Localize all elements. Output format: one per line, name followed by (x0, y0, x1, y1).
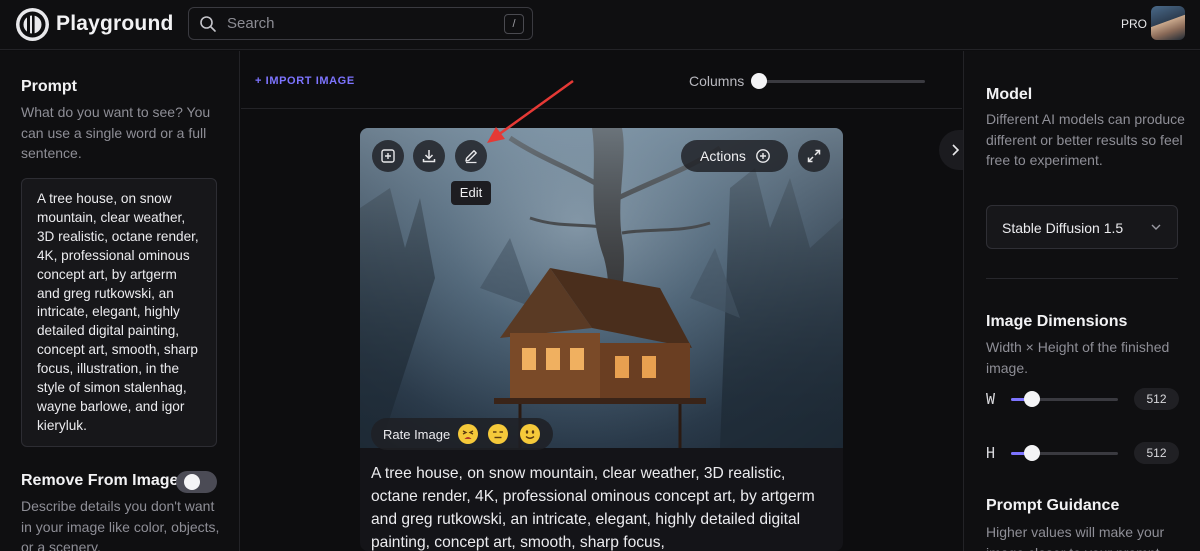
pencil-icon (465, 150, 477, 164)
columns-label: Columns (689, 73, 745, 89)
main-canvas: + IMPORT IMAGE Columns Actions Edit Rate… (241, 51, 962, 551)
plus-circle-icon (756, 149, 770, 163)
edit-button[interactable] (455, 140, 487, 172)
remove-from-image-toggle[interactable] (176, 471, 217, 493)
height-label: H (986, 444, 996, 462)
prompt-guidance-title: Prompt Guidance (986, 497, 1120, 514)
model-select-value: Stable Diffusion 1.5 (1002, 220, 1124, 236)
add-to-canvas-button[interactable] (372, 140, 404, 172)
width-slider-row: W 512 (986, 388, 1179, 410)
download-button[interactable] (413, 140, 445, 172)
image-caption: A tree house, on snow mountain, clear we… (371, 465, 815, 551)
prompt-description: What do you want to see? You can use a s… (21, 104, 211, 161)
slight-smile-icon[interactable] (520, 424, 540, 444)
left-sidebar: Prompt What do you want to see? You can … (0, 51, 240, 551)
prompt-title: Prompt (21, 78, 77, 95)
toggle-knob (184, 474, 200, 490)
model-select[interactable]: Stable Diffusion 1.5 (986, 205, 1178, 249)
plan-badge: PRO (1121, 17, 1148, 31)
rate-image-label: Rate Image (383, 427, 451, 442)
tired-face-icon[interactable] (458, 424, 478, 444)
chevron-right-icon (952, 144, 960, 156)
search-input[interactable]: Search / (188, 7, 533, 40)
edit-tooltip: Edit (451, 181, 491, 205)
width-value[interactable]: 512 (1134, 388, 1179, 410)
search-placeholder: Search (227, 15, 275, 32)
actions-button[interactable]: Actions (681, 140, 788, 172)
model-description: Different AI models can produce differen… (986, 111, 1185, 168)
image-dimensions-description: Width × Height of the finished image. (986, 339, 1170, 376)
download-icon (422, 150, 436, 163)
height-slider-row: H 512 (986, 442, 1179, 464)
playground-logo-icon[interactable] (16, 8, 49, 41)
columns-slider-track[interactable] (760, 80, 925, 83)
right-sidebar: Model Different AI models can produce di… (963, 51, 1200, 551)
app-name[interactable]: Playground (56, 12, 174, 36)
avatar[interactable] (1151, 6, 1185, 40)
expand-icon (807, 149, 821, 163)
canvas-toolbar: + IMPORT IMAGE Columns (241, 51, 962, 109)
prompt-textarea[interactable]: A tree house, on snow mountain, clear we… (21, 178, 217, 447)
image-dimensions-title: Image Dimensions (986, 313, 1128, 330)
chevron-down-icon (1151, 224, 1161, 230)
neutral-face-icon[interactable] (488, 424, 508, 444)
section-divider (986, 278, 1178, 279)
height-slider-handle[interactable] (1024, 445, 1040, 461)
search-icon (200, 16, 216, 32)
remove-from-image-title: Remove From Image (21, 472, 179, 489)
add-square-icon (381, 149, 395, 163)
top-bar: Playground Search / PRO (0, 0, 1200, 50)
prompt-guidance-description: Higher values will make your image close… (986, 524, 1165, 551)
import-image-button[interactable]: + IMPORT IMAGE (255, 75, 355, 87)
remove-from-image-description: Describe details you don't want in your … (21, 498, 220, 551)
model-title: Model (986, 86, 1033, 103)
actions-label: Actions (700, 148, 746, 164)
width-slider-handle[interactable] (1024, 391, 1040, 407)
generated-image[interactable] (360, 128, 843, 448)
columns-slider-handle[interactable] (751, 73, 767, 89)
expand-button[interactable] (798, 140, 830, 172)
image-card: Actions Edit Rate Image A tree house, on… (360, 128, 843, 551)
rate-image-bar: Rate Image (371, 418, 553, 450)
width-label: W (986, 390, 996, 408)
search-shortcut-key: / (504, 14, 524, 34)
height-value[interactable]: 512 (1134, 442, 1179, 464)
